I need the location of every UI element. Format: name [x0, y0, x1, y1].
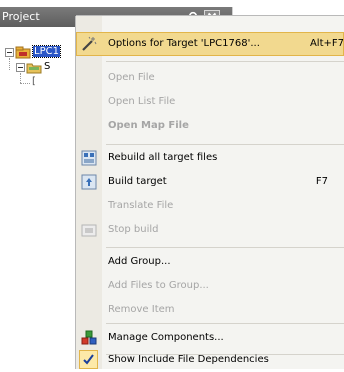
- menu-item-show-include-deps[interactable]: Show Include File Dependencies: [76, 348, 344, 372]
- menu-item-open-list-file[interactable]: Open List File: [76, 90, 344, 114]
- tree-node-group[interactable]: S: [44, 61, 50, 72]
- menu-item-options-for-target[interactable]: Options for Target 'LPC1768'... Alt+F7: [76, 32, 344, 56]
- menu-separator: [106, 247, 344, 248]
- menu-item-rebuild-all[interactable]: Rebuild all target files: [76, 146, 344, 170]
- collapse-toggle[interactable]: [16, 63, 25, 72]
- stop-build-icon: [81, 222, 97, 238]
- tree-node-target[interactable]: LPC1: [32, 45, 61, 58]
- menu-item-translate-file[interactable]: Translate File: [76, 194, 344, 218]
- target-icon: [15, 45, 31, 59]
- menu-item-add-group[interactable]: Add Group...: [76, 250, 344, 274]
- build-icon: [81, 174, 97, 190]
- menu-item-open-map-file[interactable]: Open Map File: [76, 114, 344, 138]
- tree-node-file[interactable]: [: [32, 76, 36, 87]
- menu-separator: [106, 61, 344, 62]
- menu-separator: [106, 323, 344, 324]
- shortcut-label: F7: [315, 176, 328, 187]
- collapse-toggle[interactable]: [5, 48, 14, 57]
- menu-item-manage-components[interactable]: Manage Components...: [76, 326, 344, 350]
- magic-wand-icon: [81, 36, 97, 52]
- context-menu: Options for Target 'LPC1768'... Alt+F7 O…: [76, 16, 344, 369]
- menu-item-add-files-to-group[interactable]: Add Files to Group...: [76, 274, 344, 298]
- folder-icon: [26, 60, 42, 74]
- menu-item-remove-item[interactable]: Remove Item: [76, 298, 344, 322]
- menu-item-stop-build[interactable]: Stop build: [76, 218, 344, 242]
- menu-separator: [106, 144, 344, 145]
- shortcut-label: Alt+F7: [309, 38, 344, 49]
- components-icon: [81, 330, 97, 346]
- menu-item-open-file[interactable]: Open File: [76, 66, 344, 90]
- pane-title: Project: [2, 10, 40, 23]
- rebuild-icon: [81, 150, 97, 166]
- menu-item-build-target[interactable]: Build target F7: [76, 170, 344, 194]
- checkmark-icon: [79, 350, 98, 369]
